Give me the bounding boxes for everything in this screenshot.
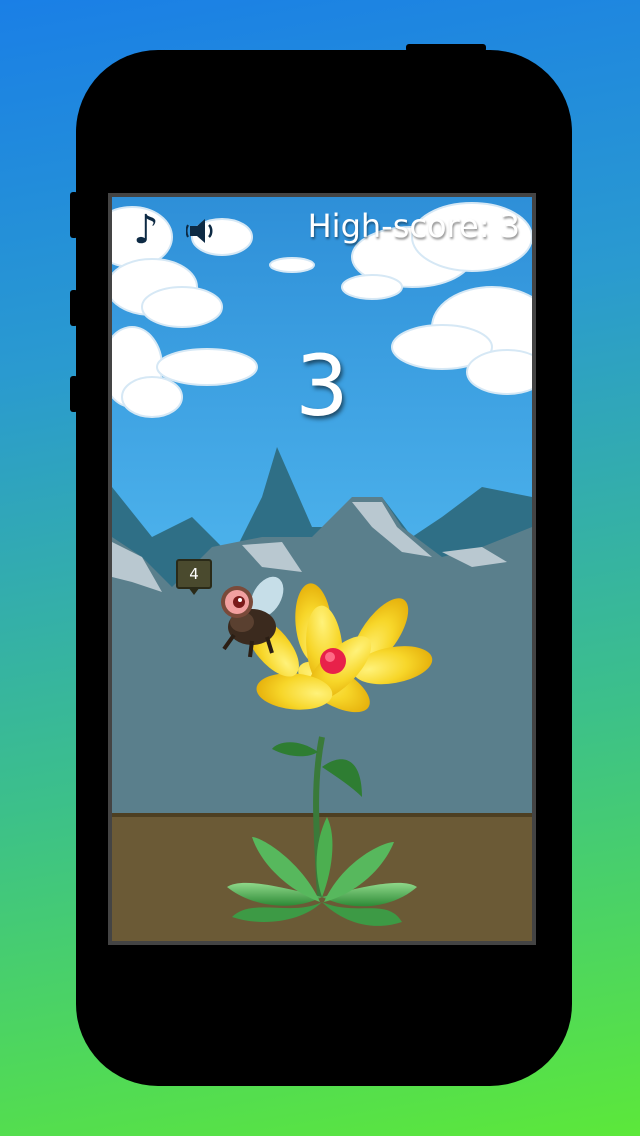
game-scene[interactable]: 3 ♪ High-score: 3 4 — [112, 197, 532, 941]
phone-top-button — [406, 44, 486, 52]
fly-counter-badge: 4 — [176, 559, 212, 595]
background-art — [112, 197, 532, 941]
game-screen[interactable]: 3 ♪ High-score: 3 4 — [108, 193, 536, 945]
current-score: 3 — [295, 337, 349, 435]
phone-side-button-2 — [70, 290, 78, 326]
phone-side-button-1 — [70, 192, 78, 238]
phone-side-button-3 — [70, 376, 78, 412]
speaker-muted-icon[interactable] — [186, 213, 222, 249]
high-score-label: High-score: 3 — [307, 207, 520, 245]
music-note-icon[interactable]: ♪ — [126, 207, 166, 253]
